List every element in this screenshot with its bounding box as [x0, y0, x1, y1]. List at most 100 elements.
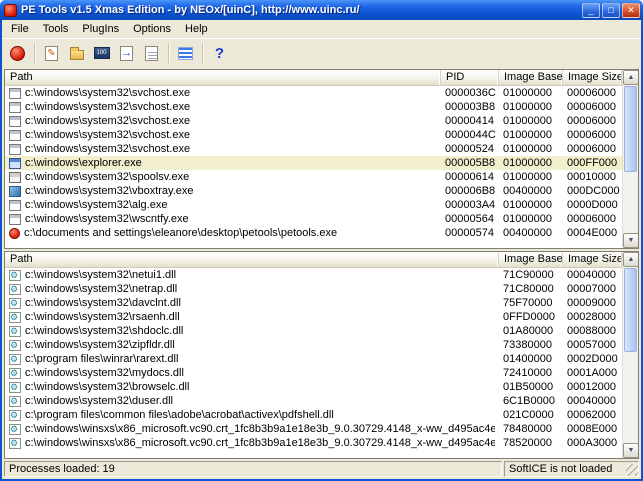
cell-size: 00088000 [563, 324, 622, 338]
process-row[interactable]: c:\windows\explorer.exe000005B8010000000… [5, 156, 622, 170]
menu-plugins[interactable]: PlugIns [75, 21, 126, 37]
cell-path: c:\windows\system32\zipfldr.dll [5, 338, 499, 352]
cell-path: c:\windows\system32\browselc.dll [5, 380, 499, 394]
cell-base: 00400000 [499, 184, 563, 198]
module-row[interactable]: c:\windows\system32\netui1.dll71C9000000… [5, 268, 622, 282]
column-header-base[interactable]: Image Base [499, 70, 563, 85]
refresh-task-list-button[interactable] [173, 41, 198, 65]
module-row[interactable]: c:\windows\winsxs\x86_microsoft.vc90.crt… [5, 436, 622, 450]
module-row[interactable]: c:\windows\system32\duser.dll6C1B0000000… [5, 394, 622, 408]
menu-help[interactable]: Help [178, 21, 215, 37]
window-icon [9, 214, 21, 225]
module-row[interactable]: c:\windows\winsxs\x86_microsoft.vc90.crt… [5, 422, 622, 436]
cell-path: c:\windows\system32\shdoclc.dll [5, 324, 499, 338]
column-header-size[interactable]: Image Size [563, 252, 622, 267]
app-icon [4, 4, 17, 17]
cell-base: 6C1B0000 [499, 394, 563, 408]
process-list-scrollbar[interactable]: ▲ ▼ [622, 70, 638, 248]
dll-icon [9, 326, 21, 337]
cell-path: c:\windows\system32\duser.dll [5, 394, 499, 408]
cell-size: 00028000 [563, 310, 622, 324]
title-bar[interactable]: PE Tools v1.5 Xmas Edition - by NEOx/[ui… [0, 0, 643, 20]
window-icon [9, 200, 21, 211]
maximize-button-icon[interactable]: □ [602, 3, 620, 18]
cell-size: 000DC000 [563, 184, 622, 198]
toolbar-separator [34, 43, 35, 63]
cell-size: 00057000 [563, 338, 622, 352]
dump-full-button[interactable] [5, 41, 30, 65]
module-row[interactable]: c:\windows\system32\browselc.dll01B50000… [5, 380, 622, 394]
module-row[interactable]: c:\windows\system32\mydocs.dll7241000000… [5, 366, 622, 380]
toolbar-separator [202, 43, 203, 63]
dll-icon [9, 284, 21, 295]
cell-base: 01400000 [499, 352, 563, 366]
module-row[interactable]: c:\windows\system32\davclnt.dll75F700000… [5, 296, 622, 310]
process-row[interactable]: c:\windows\system32\alg.exe000003A401000… [5, 198, 622, 212]
column-header-path[interactable]: Path [5, 252, 499, 267]
module-list-scrollbar[interactable]: ▲ ▼ [622, 252, 638, 458]
process-row[interactable]: c:\windows\system32\vboxtray.exe000006B8… [5, 184, 622, 198]
process-row[interactable]: c:\windows\system32\svchost.exe0000044C0… [5, 128, 622, 142]
scroll-up-icon[interactable]: ▲ [623, 70, 639, 85]
cell-path: c:\windows\system32\mydocs.dll [5, 366, 499, 380]
minimize-button-icon[interactable]: _ [582, 3, 600, 18]
export-button[interactable]: → [114, 41, 139, 65]
module-list-rows: c:\windows\system32\netui1.dll71C9000000… [5, 268, 622, 450]
resize-grip[interactable] [626, 464, 638, 476]
module-row[interactable]: c:\program files\common files\adobe\acro… [5, 408, 622, 422]
cell-size: 00009000 [563, 296, 622, 310]
dump-region-button[interactable]: 100 [89, 41, 114, 65]
break-enter-button[interactable] [64, 41, 89, 65]
cell-size: 00006000 [563, 212, 622, 226]
process-row[interactable]: c:\documents and settings\eleanore\deskt… [5, 226, 622, 240]
report-button[interactable] [139, 41, 164, 65]
petools-icon [9, 228, 20, 239]
window-icon [9, 144, 21, 155]
process-row[interactable]: c:\windows\system32\svchost.exe000003B80… [5, 100, 622, 114]
module-row[interactable]: c:\windows\system32\zipfldr.dll733800000… [5, 338, 622, 352]
column-header-size[interactable]: Image Size [563, 70, 622, 85]
cell-base: 01000000 [499, 86, 563, 100]
cell-path: c:\windows\winsxs\x86_microsoft.vc90.crt… [5, 422, 499, 436]
column-header-base[interactable]: Image Base [499, 252, 563, 267]
cell-base: 021C0000 [499, 408, 563, 422]
app-window: PE Tools v1.5 Xmas Edition - by NEOx/[ui… [0, 0, 643, 481]
cell-size: 0000D000 [563, 198, 622, 212]
dll-icon [9, 340, 21, 351]
process-row[interactable]: c:\windows\system32\svchost.exe000005240… [5, 142, 622, 156]
cell-base: 75F70000 [499, 296, 563, 310]
process-row[interactable]: c:\windows\system32\spoolsv.exe000006140… [5, 170, 622, 184]
cell-pid: 00000524 [441, 142, 499, 156]
scroll-down-icon[interactable]: ▼ [623, 233, 639, 248]
menu-file[interactable]: File [4, 21, 36, 37]
about-button[interactable]: ? [207, 41, 232, 65]
close-button-icon[interactable]: ✕ [622, 3, 640, 18]
scroll-down-icon[interactable]: ▼ [623, 443, 639, 458]
cell-size: 0002D000 [563, 352, 622, 366]
cell-base: 72410000 [499, 366, 563, 380]
process-row[interactable]: c:\windows\system32\svchost.exe000004140… [5, 114, 622, 128]
column-header-pid[interactable]: PID [441, 70, 499, 85]
module-row[interactable]: c:\program files\winrar\rarext.dll014000… [5, 352, 622, 366]
menu-tools[interactable]: Tools [36, 21, 76, 37]
cell-path: c:\windows\system32\spoolsv.exe [5, 170, 441, 184]
toolbar: ✎ 100 → ? [2, 38, 641, 67]
scrollbar-thumb[interactable] [624, 268, 637, 352]
process-row[interactable]: c:\windows\system32\svchost.exe0000036C0… [5, 86, 622, 100]
pe-editor-button[interactable]: ✎ [39, 41, 64, 65]
cell-base: 01000000 [499, 128, 563, 142]
module-row[interactable]: c:\windows\system32\shdoclc.dll01A800000… [5, 324, 622, 338]
module-row[interactable]: c:\windows\system32\netrap.dll71C8000000… [5, 282, 622, 296]
module-list-header: PathImage BaseImage Size [5, 252, 622, 268]
cell-base: 00400000 [499, 226, 563, 240]
cell-size: 00007000 [563, 282, 622, 296]
process-row[interactable]: c:\windows\system32\wscntfy.exe000005640… [5, 212, 622, 226]
scroll-up-icon[interactable]: ▲ [623, 252, 639, 267]
cell-size: 0008E000 [563, 422, 622, 436]
module-row[interactable]: c:\windows\system32\rsaenh.dll0FFD000000… [5, 310, 622, 324]
menu-options[interactable]: Options [126, 21, 178, 37]
scrollbar-thumb[interactable] [624, 86, 637, 172]
column-header-path[interactable]: Path [5, 70, 441, 85]
cell-size: 000FF000 [563, 156, 622, 170]
cell-path: c:\windows\system32\alg.exe [5, 198, 441, 212]
